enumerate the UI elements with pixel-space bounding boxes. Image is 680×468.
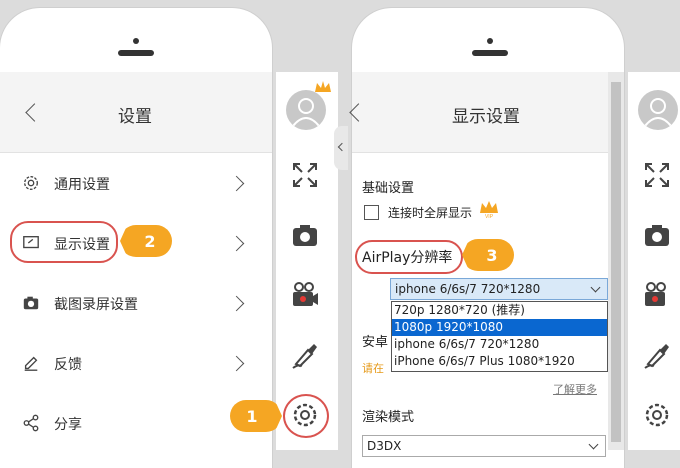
fullscreen-icon[interactable] (642, 160, 672, 190)
back-button[interactable] (349, 103, 368, 122)
video-record-icon[interactable] (290, 280, 320, 310)
select-value: D3DX (367, 439, 402, 453)
display-header: 显示设置 (349, 72, 608, 153)
resolution-option[interactable]: 720p 1280*720 (推荐) (392, 302, 607, 319)
camera-icon[interactable] (290, 220, 320, 250)
callout-3: 3 (462, 239, 514, 271)
page-title: 显示设置 (452, 107, 520, 127)
render-mode-select[interactable]: D3DX (362, 435, 606, 457)
basic-section-title: 基础设置 (362, 181, 415, 196)
menu-item-screenshot[interactable]: 截图录屏设置 (0, 274, 272, 332)
crown-icon (315, 81, 331, 92)
scrollbar[interactable] (608, 72, 624, 450)
avatar[interactable] (286, 90, 326, 130)
phone-speaker (472, 50, 508, 56)
scroll-thumb[interactable] (611, 82, 621, 442)
phone-camera (487, 38, 493, 44)
camera-icon[interactable] (642, 220, 672, 250)
menu-item-feedback[interactable]: 反馈 (0, 334, 272, 392)
highlight-ring-gear (283, 394, 329, 438)
fullscreen-icon[interactable] (290, 160, 320, 190)
chevron-right-icon (228, 355, 245, 372)
resolution-option[interactable]: iPhone 6/6s/7 Plus 1080*1920 (392, 353, 607, 370)
learn-more-link[interactable]: 了解更多 (553, 381, 597, 397)
chevron-right-icon (228, 235, 245, 252)
back-button[interactable] (25, 103, 44, 122)
chevron-right-icon (228, 295, 245, 312)
callout-number: 2 (144, 231, 156, 251)
resolution-option-highlighted[interactable]: 1080p 1920*1080 (392, 319, 607, 336)
menu-label: 通用设置 (54, 177, 110, 193)
gear-icon (24, 176, 38, 190)
menu-label: 反馈 (54, 357, 82, 373)
video-record-icon[interactable] (642, 280, 672, 310)
highlight-ring-display (10, 221, 118, 263)
chevron-right-icon (228, 175, 245, 192)
user-icon (292, 98, 320, 127)
chevron-left-icon (337, 142, 347, 152)
callout-number: 3 (486, 245, 498, 265)
airplay-label: AirPlay分辨率 (362, 250, 453, 266)
resolution-select[interactable]: iphone 6/6s/7 720*1280 (390, 278, 608, 300)
phone-camera (133, 38, 139, 44)
chevron-down-icon (590, 282, 601, 293)
callout-2: 2 (120, 225, 172, 257)
render-mode-label: 渲染模式 (362, 410, 415, 425)
resolution-option[interactable]: iphone 6/6s/7 720*1280 (392, 336, 607, 353)
user-icon (644, 98, 672, 127)
settings-header: 设置 (0, 72, 272, 153)
callout-1: 1 (230, 400, 282, 432)
select-value: iphone 6/6s/7 720*1280 (395, 282, 541, 296)
share-icon (23, 414, 39, 432)
fullscreen-checkbox[interactable] (364, 205, 379, 220)
avatar[interactable] (638, 90, 678, 130)
gear-icon[interactable] (642, 400, 672, 430)
android-section-title: 安卓 (362, 335, 389, 350)
fullscreen-label: 连接时全屏显示 (388, 206, 473, 220)
pencil-icon (24, 356, 38, 371)
vip-label: VIP (485, 214, 494, 220)
menu-label: 分享 (54, 417, 82, 433)
collapse-handle[interactable] (334, 126, 348, 170)
camera-icon (23, 296, 39, 310)
menu-item-general[interactable]: 通用设置 (0, 154, 272, 212)
android-hint: 请在 (362, 362, 384, 375)
brush-icon[interactable] (290, 340, 320, 370)
phone-speaker (118, 50, 154, 56)
resolution-dropdown: 720p 1280*720 (推荐) 1080p 1920*1080 iphon… (391, 301, 608, 372)
menu-label: 截图录屏设置 (54, 297, 138, 313)
vip-crown-icon: VIP (480, 201, 498, 220)
page-title: 设置 (118, 107, 152, 127)
chevron-down-icon (588, 439, 599, 450)
callout-number: 1 (246, 406, 258, 426)
brush-icon[interactable] (642, 340, 672, 370)
